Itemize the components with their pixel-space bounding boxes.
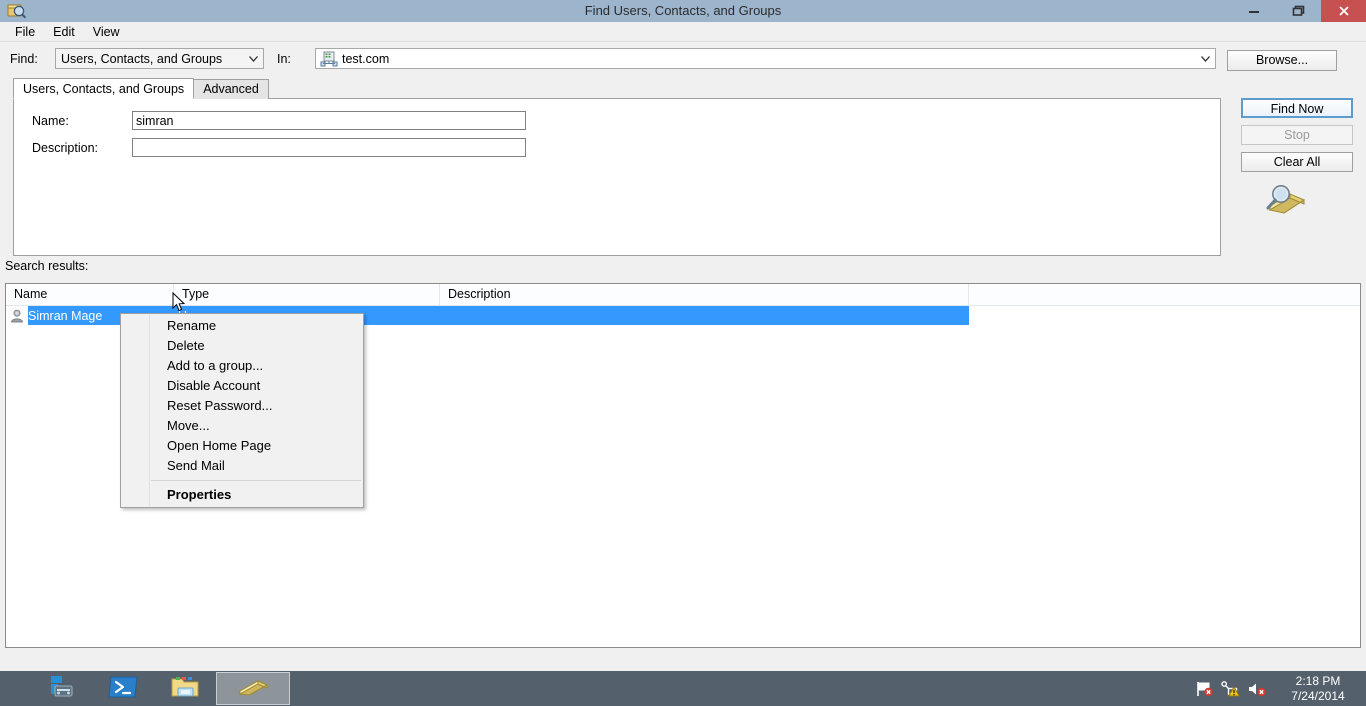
minimize-button[interactable] <box>1231 0 1276 22</box>
context-menu-item-delete[interactable]: Delete <box>121 336 363 356</box>
taskbar: 2:18 PM 7/24/2014 <box>0 671 1366 706</box>
description-label: Description: <box>32 140 98 155</box>
find-label: Find: <box>10 52 38 66</box>
column-headers: Name Type Description <box>6 284 1360 306</box>
column-header-name[interactable]: Name <box>6 284 174 305</box>
taskbar-item-find-users[interactable] <box>216 672 290 705</box>
volume-muted-icon[interactable] <box>1244 671 1270 706</box>
taskbar-item-server-manager[interactable] <box>30 671 92 706</box>
close-button[interactable] <box>1321 0 1366 22</box>
system-tray: 2:18 PM 7/24/2014 <box>1192 671 1366 706</box>
in-scope-combobox[interactable]: test.com <box>315 48 1216 69</box>
browse-button[interactable]: Browse... <box>1227 50 1337 71</box>
server-manager-icon <box>46 674 76 703</box>
find-users-icon <box>236 675 270 702</box>
find-type-combobox[interactable]: Users, Contacts, and Groups <box>55 48 264 69</box>
window-title: Find Users, Contacts, and Groups <box>584 3 782 18</box>
chevron-down-icon <box>1196 49 1215 68</box>
stop-button: Stop <box>1241 125 1353 145</box>
title-bar: Find Users, Contacts, and Groups <box>0 0 1366 23</box>
flag-error-icon[interactable] <box>1192 671 1218 706</box>
tab-advanced[interactable]: Advanced <box>193 79 269 99</box>
context-menu[interactable]: Rename Delete Add to a group... Disable … <box>120 313 364 508</box>
context-menu-item-properties[interactable]: Properties <box>121 485 363 505</box>
search-results-label: Search results: <box>5 259 89 273</box>
column-header-description[interactable]: Description <box>440 284 969 305</box>
tab-strip: Users, Contacts, and Groups Advanced <box>13 78 269 99</box>
clear-all-button[interactable]: Clear All <box>1241 152 1353 172</box>
restore-button[interactable] <box>1276 0 1321 22</box>
find-type-value: Users, Contacts, and Groups <box>61 51 223 66</box>
name-field-row: Name: <box>32 111 526 130</box>
clock-time: 2:18 PM <box>1295 673 1341 688</box>
menu-file[interactable]: File <box>6 23 44 41</box>
find-now-button[interactable]: Find Now <box>1241 98 1353 118</box>
search-card-icon <box>1260 180 1308 220</box>
find-users-window: Find Users, Contacts, and Groups File Ed… <box>0 0 1366 706</box>
context-menu-item-move[interactable]: Move... <box>121 416 363 436</box>
tab-users-contacts-groups[interactable]: Users, Contacts, and Groups <box>13 78 195 99</box>
context-menu-separator <box>151 480 361 481</box>
name-input[interactable] <box>132 111 526 130</box>
context-menu-item-disable-account[interactable]: Disable Account <box>121 376 363 396</box>
context-menu-item-rename[interactable]: Rename <box>121 316 363 336</box>
context-menu-item-send-mail[interactable]: Send Mail <box>121 456 363 476</box>
file-explorer-icon <box>169 674 201 703</box>
domain-icon <box>320 51 338 67</box>
action-buttons: Find Now Stop Clear All <box>1241 98 1353 179</box>
clock-date: 7/24/2014 <box>1291 688 1345 703</box>
powershell-icon <box>107 674 139 703</box>
name-label: Name: <box>32 113 69 128</box>
search-criteria-panel: Name: Description: <box>13 98 1221 256</box>
taskbar-clock[interactable]: 2:18 PM 7/24/2014 <box>1270 674 1366 704</box>
column-header-filler <box>969 284 1360 305</box>
user-icon <box>6 309 28 323</box>
taskbar-item-powershell[interactable] <box>92 671 154 706</box>
find-bar: Find: Users, Contacts, and Groups In: te… <box>0 46 1366 74</box>
network-warning-icon[interactable] <box>1218 671 1244 706</box>
menu-view[interactable]: View <box>84 23 129 41</box>
context-menu-item-reset-password[interactable]: Reset Password... <box>121 396 363 416</box>
in-scope-value: test.com <box>342 51 390 66</box>
context-menu-item-add-to-a-group[interactable]: Add to a group... <box>121 356 363 376</box>
chevron-down-icon <box>244 49 263 68</box>
description-input[interactable] <box>132 138 526 157</box>
description-field-row: Description: <box>32 138 526 157</box>
window-buttons <box>1231 0 1366 22</box>
taskbar-item-file-explorer[interactable] <box>154 671 216 706</box>
in-label: In: <box>277 52 291 66</box>
column-header-type[interactable]: Type <box>174 284 440 305</box>
menu-bar: File Edit View <box>0 22 1366 42</box>
context-menu-item-open-home-page[interactable]: Open Home Page <box>121 436 363 456</box>
menu-edit[interactable]: Edit <box>44 23 84 41</box>
